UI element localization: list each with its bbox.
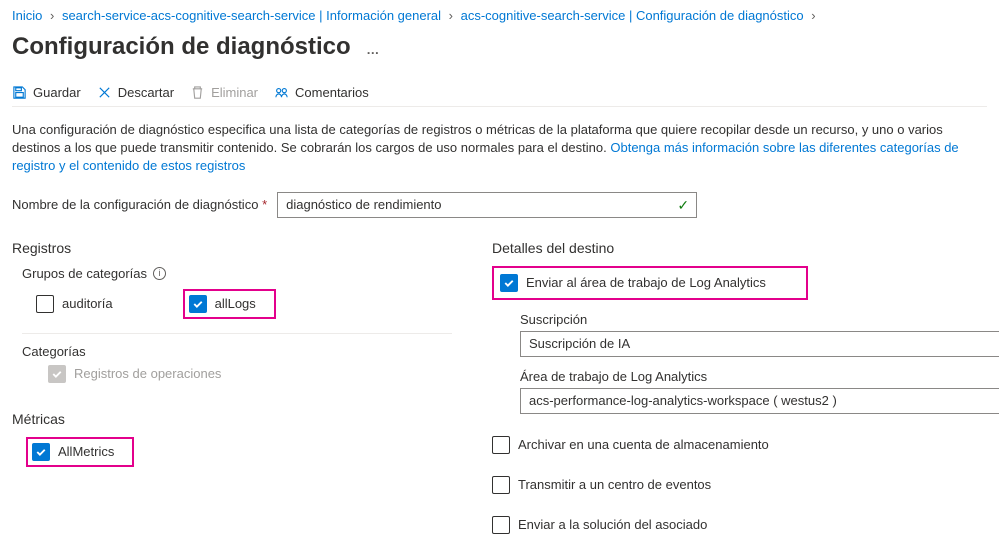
diag-name-label: Nombre de la configuración de diagnóstic…	[12, 197, 267, 212]
checkmark-icon: ✓	[677, 197, 689, 214]
workspace-label: Área de trabajo de Log Analytics	[520, 369, 999, 384]
operations-checkbox	[48, 365, 66, 383]
log-analytics-label: Enviar al área de trabajo de Log Analyti…	[526, 275, 766, 290]
chevron-right-icon: ›	[811, 8, 815, 23]
description-text: Una configuración de diagnóstico especif…	[12, 121, 972, 176]
save-icon	[12, 85, 27, 100]
log-analytics-checkbox[interactable]	[500, 274, 518, 292]
storage-label: Archivar en una cuenta de almacenamiento	[518, 437, 769, 452]
diag-name-input[interactable]	[277, 192, 697, 218]
chevron-right-icon: ›	[449, 8, 453, 23]
logs-heading: Registros	[12, 240, 452, 256]
categories-heading: Categorías	[22, 333, 452, 359]
breadcrumb-home[interactable]: Inicio	[12, 8, 42, 23]
eventhub-label: Transmitir a un centro de eventos	[518, 477, 711, 492]
partner-checkbox[interactable]	[492, 516, 510, 534]
subscription-label: Suscripción	[520, 312, 999, 327]
storage-checkbox[interactable]	[492, 436, 510, 454]
feedback-icon	[274, 85, 289, 100]
highlight-allmetrics: AllMetrics	[26, 437, 134, 467]
workspace-dropdown[interactable]: acs-performance-log-analytics-workspace …	[520, 388, 999, 414]
destination-heading: Detalles del destino	[492, 240, 999, 256]
breadcrumb-item-2[interactable]: acs-cognitive-search-service | Configura…	[461, 8, 804, 23]
command-bar: Guardar Descartar Eliminar Comentarios	[12, 79, 987, 107]
eventhub-checkbox[interactable]	[492, 476, 510, 494]
trash-icon	[190, 85, 205, 100]
info-icon[interactable]: i	[153, 267, 166, 280]
breadcrumb-item-1[interactable]: search-service-acs-cognitive-search-serv…	[62, 8, 441, 23]
close-icon	[97, 85, 112, 100]
highlight-log-analytics: Enviar al área de trabajo de Log Analyti…	[492, 266, 808, 300]
audit-label: auditoría	[62, 296, 113, 311]
allmetrics-checkbox[interactable]	[32, 443, 50, 461]
allmetrics-label: AllMetrics	[58, 444, 114, 459]
category-groups-heading: Grupos de categorías i	[22, 266, 452, 281]
feedback-button[interactable]: Comentarios	[274, 85, 369, 100]
operations-label: Registros de operaciones	[74, 366, 221, 381]
breadcrumb: Inicio › search-service-acs-cognitive-se…	[12, 8, 987, 23]
chevron-right-icon: ›	[50, 8, 54, 23]
delete-button: Eliminar	[190, 85, 258, 100]
partner-label: Enviar a la solución del asociado	[518, 517, 707, 532]
page-title: Configuración de diagnóstico	[12, 33, 351, 61]
highlight-alllogs: allLogs	[183, 289, 276, 319]
audit-checkbox[interactable]	[36, 295, 54, 313]
subscription-dropdown[interactable]: Suscripción de IA	[520, 331, 999, 357]
alllogs-checkbox[interactable]	[189, 295, 207, 313]
alllogs-label: allLogs	[215, 296, 256, 311]
metrics-heading: Métricas	[12, 411, 452, 427]
discard-button[interactable]: Descartar	[97, 85, 174, 100]
more-icon[interactable]: …	[366, 42, 379, 57]
save-button[interactable]: Guardar	[12, 85, 81, 100]
